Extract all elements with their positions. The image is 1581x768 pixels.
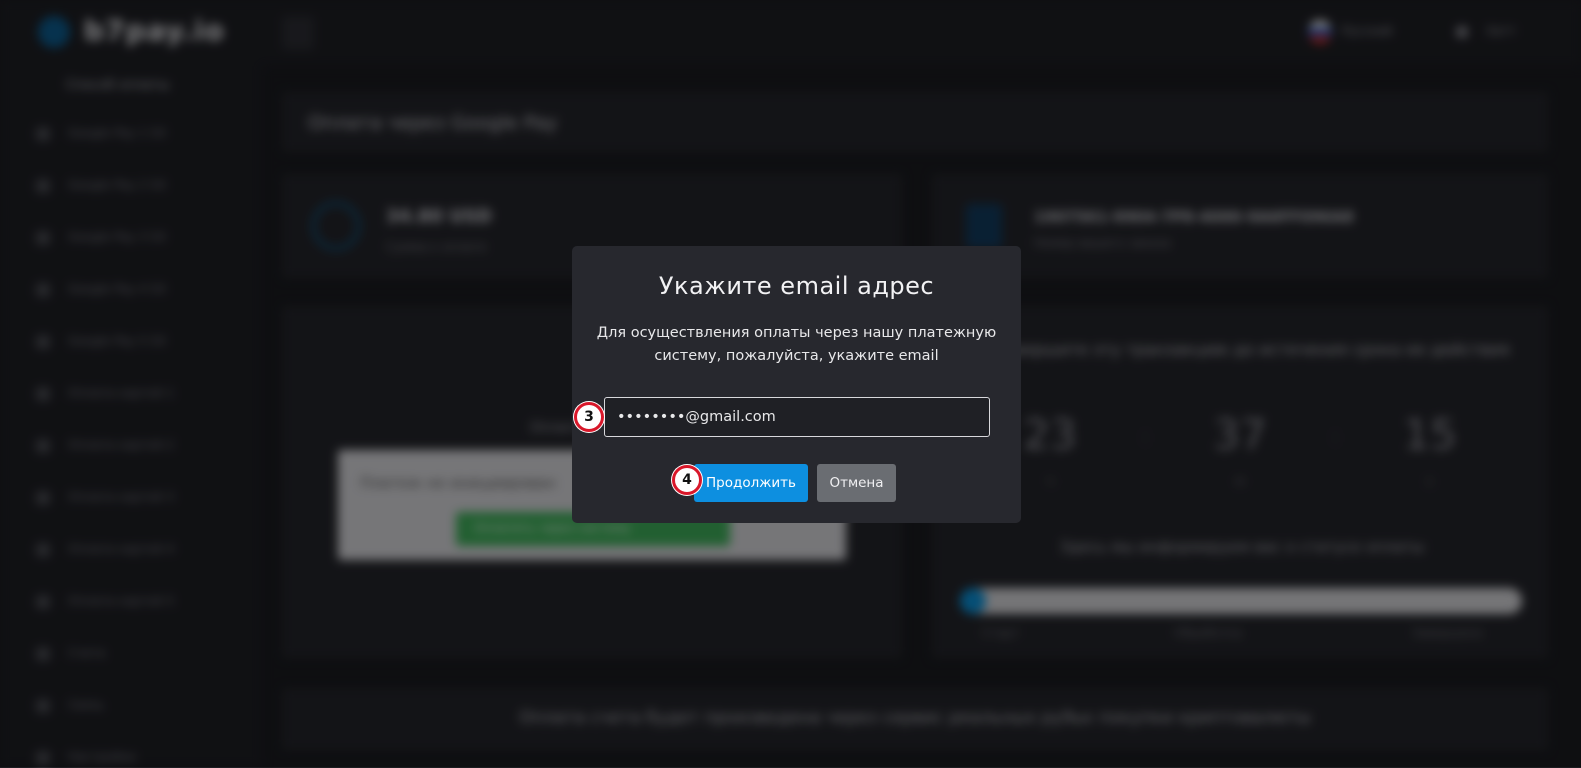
email-modal: Укажите email адрес Для осуществления оп… bbox=[572, 246, 1021, 523]
step-marker-4: 4 bbox=[672, 465, 702, 495]
cancel-button[interactable]: Отмена bbox=[817, 464, 896, 502]
modal-description: Для осуществления оплаты через нашу плат… bbox=[596, 325, 997, 364]
continue-button[interactable]: Продолжить bbox=[694, 464, 808, 502]
step-marker-3: 3 bbox=[574, 402, 604, 432]
modal-title: Укажите email адрес bbox=[658, 272, 935, 300]
email-input[interactable] bbox=[604, 397, 990, 437]
